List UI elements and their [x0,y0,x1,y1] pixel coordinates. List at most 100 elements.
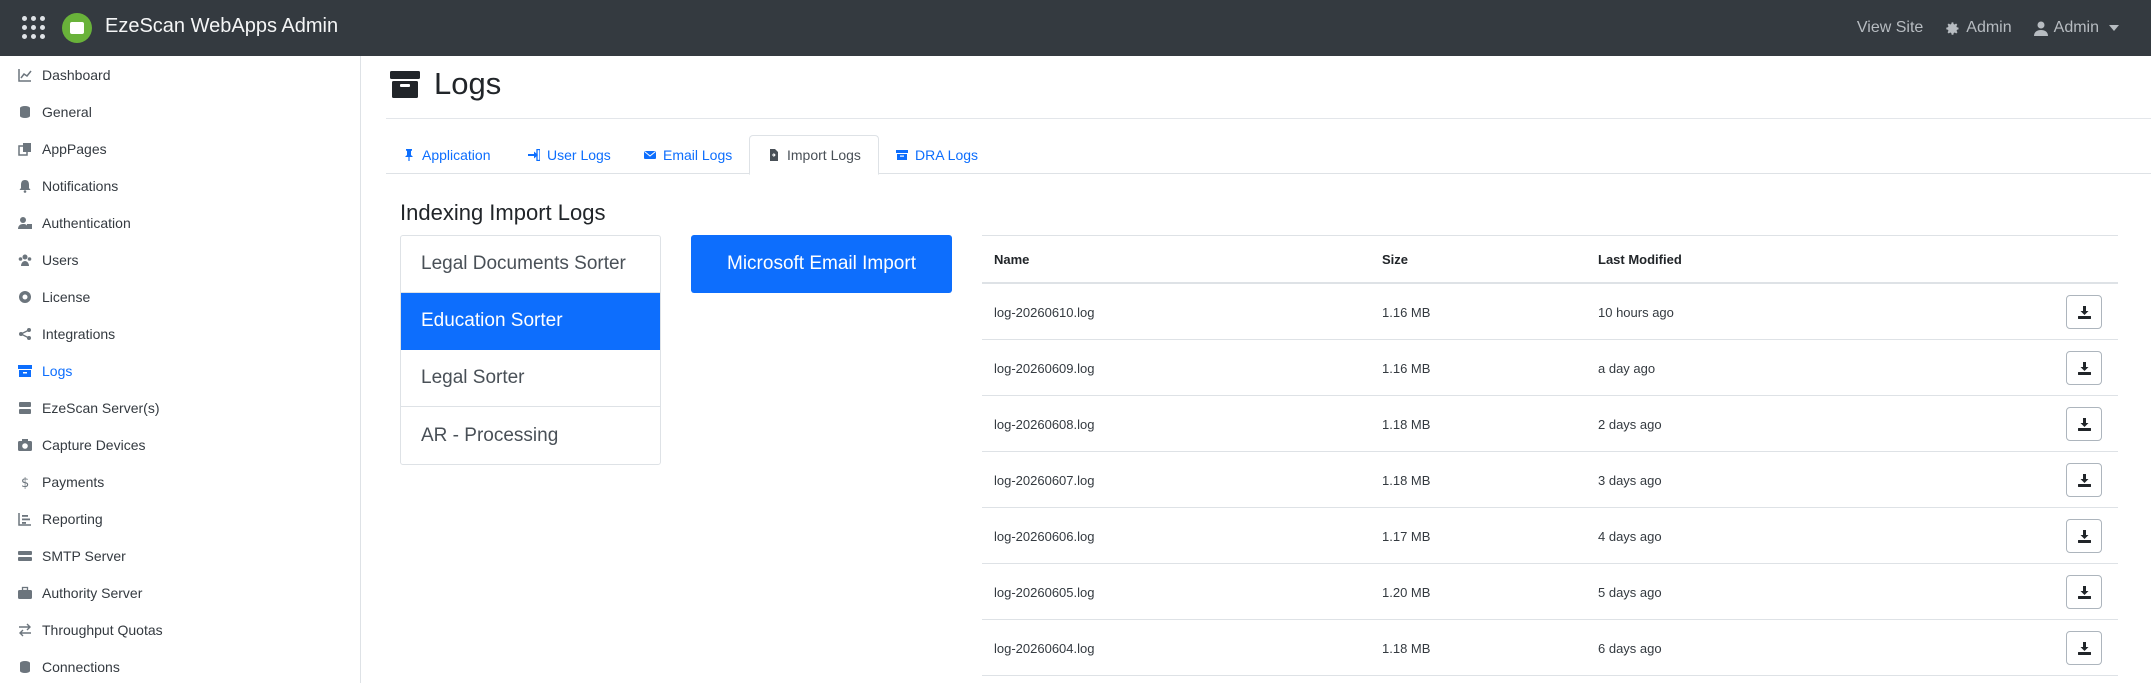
view-site-label: View Site [1856,19,1924,36]
table-row: log-20260608.log 1.18 MB 2 days ago [982,396,2118,452]
table-row: log-20260609.log 1.16 MB a day ago [982,340,2118,396]
download-button[interactable] [2066,519,2102,553]
camera-icon [18,439,32,451]
column-header-name[interactable]: Name [994,252,1029,267]
sorter-item-education[interactable]: Education Sorter [401,293,660,350]
download-button[interactable] [2066,463,2102,497]
file-name: log-20260605.log [994,585,1095,600]
sidebar-item-general[interactable]: General [0,93,360,130]
sidebar-item-notifications[interactable]: Notifications [0,167,360,204]
chart-line-icon [18,69,32,82]
download-button[interactable] [2066,407,2102,441]
file-name: log-20260608.log [994,417,1095,432]
sidebar-item-apppages[interactable]: AppPages [0,130,360,167]
sidebar-item-capture-devices[interactable]: Capture Devices [0,426,360,463]
table-row: log-20260610.log 1.16 MB 10 hours ago [982,284,2118,340]
download-button[interactable] [2066,575,2102,609]
apps-grid-icon[interactable] [22,16,46,40]
file-modified: 4 days ago [1598,529,1662,544]
sorter-item-legal-documents[interactable]: Legal Documents Sorter [401,236,660,293]
sidebar-item-connections[interactable]: Connections [0,648,360,685]
file-modified: 6 days ago [1598,641,1662,656]
sidebar-item-label: Connections [42,659,120,675]
app-logo[interactable] [62,13,92,43]
user-lock-icon [18,217,32,229]
sidebar-item-smtp-server[interactable]: SMTP Server [0,537,360,574]
download-icon [2077,417,2091,431]
download-icon [2077,361,2091,375]
svg-text:$: $ [21,476,29,489]
sidebar-item-users[interactable]: Users [0,241,360,278]
file-name: log-20260609.log [994,361,1095,376]
file-import-icon [770,149,778,161]
tab-label: Application [422,146,491,163]
file-size: 1.17 MB [1382,529,1431,544]
sorter-item-ar-processing[interactable]: AR - Processing [401,407,660,464]
sidebar-item-throughput-quotas[interactable]: Throughput Quotas [0,611,360,648]
sidebar-item-label: SMTP Server [42,548,126,564]
chevron-down-icon [2109,25,2119,31]
thumbtack-icon [405,148,413,161]
archive-icon [896,149,908,160]
sidebar-item-dashboard[interactable]: Dashboard [0,56,360,93]
log-tabs: Application User Logs Email Logs Import … [386,135,2151,175]
table-header: Name Size Last Modified [982,236,2118,284]
file-size: 1.18 MB [1382,473,1431,488]
sidebar-item-label: Payments [42,474,105,490]
tab-label: Email Logs [663,146,733,163]
file-size: 1.20 MB [1382,585,1431,600]
sidebar-item-authentication[interactable]: Authentication [0,204,360,241]
tab-email-logs[interactable]: Email Logs [644,135,732,174]
tab-user-logs[interactable]: User Logs [528,135,611,174]
file-modified: 10 hours ago [1598,305,1674,320]
tab-dra-logs[interactable]: DRA Logs [896,135,978,174]
sidebar-item-logs[interactable]: Logs [0,352,360,389]
sidebar-item-reporting[interactable]: Reporting [0,500,360,537]
tab-import-logs[interactable]: Import Logs [749,135,879,175]
file-size: 1.16 MB [1382,305,1431,320]
sorter-list: Legal Documents Sorter Education Sorter … [400,235,661,465]
sidebar: Dashboard General AppPages Notifications… [0,56,361,683]
file-size: 1.16 MB [1382,361,1431,376]
sidebar-item-ezescan-servers[interactable]: EzeScan Server(s) [0,389,360,426]
sidebar-item-label: Authentication [42,215,131,231]
sidebar-item-label: Users [42,252,79,268]
dollar-icon: $ [21,476,29,489]
sidebar-item-license[interactable]: License [0,278,360,315]
download-icon [2077,305,2091,319]
table-row: log-20260606.log 1.17 MB 4 days ago [982,508,2118,564]
sidebar-item-payments[interactable]: $ Payments [0,463,360,500]
download-button[interactable] [2066,631,2102,665]
sidebar-item-label: AppPages [42,141,107,157]
table-row: log-20260605.log 1.20 MB 5 days ago [982,564,2118,620]
column-header-size[interactable]: Size [1382,252,1408,267]
section-title: Indexing Import Logs [400,200,606,225]
user-menu-dropdown[interactable]: Admin [2033,19,2119,37]
brand-title[interactable]: EzeScan WebApps Admin [105,15,338,38]
sorter-item-legal[interactable]: Legal Sorter [401,350,660,407]
download-button[interactable] [2066,295,2102,329]
certificate-icon [19,291,31,303]
briefcase-icon [18,586,32,599]
admin-settings-link[interactable]: Admin [1945,19,2012,37]
view-site-link[interactable]: View Site [1857,19,1923,37]
bell-icon [19,180,31,193]
column-header-modified[interactable]: Last Modified [1598,252,1682,267]
file-modified: 5 days ago [1598,585,1662,600]
download-icon [2077,529,2091,543]
sidebar-item-label: Dashboard [42,67,111,83]
sidebar-item-integrations[interactable]: Integrations [0,315,360,352]
table-row: log-20260607.log 1.18 MB 3 days ago [982,452,2118,508]
page-title: Logs [434,66,502,101]
microsoft-email-import-button[interactable]: Microsoft Email Import [691,235,952,293]
sidebar-item-authority-server[interactable]: Authority Server [0,574,360,611]
log-files-table: Name Size Last Modified log-20260610.log… [982,235,2118,676]
sidebar-item-label: Capture Devices [42,437,146,453]
sidebar-item-label: Reporting [42,511,103,527]
sidebar-item-label: Notifications [42,178,119,194]
tab-application[interactable]: Application [403,135,491,174]
file-name: log-20260607.log [994,473,1095,488]
mail-server-icon [18,551,32,561]
download-button[interactable] [2066,351,2102,385]
title-divider [386,118,2151,119]
